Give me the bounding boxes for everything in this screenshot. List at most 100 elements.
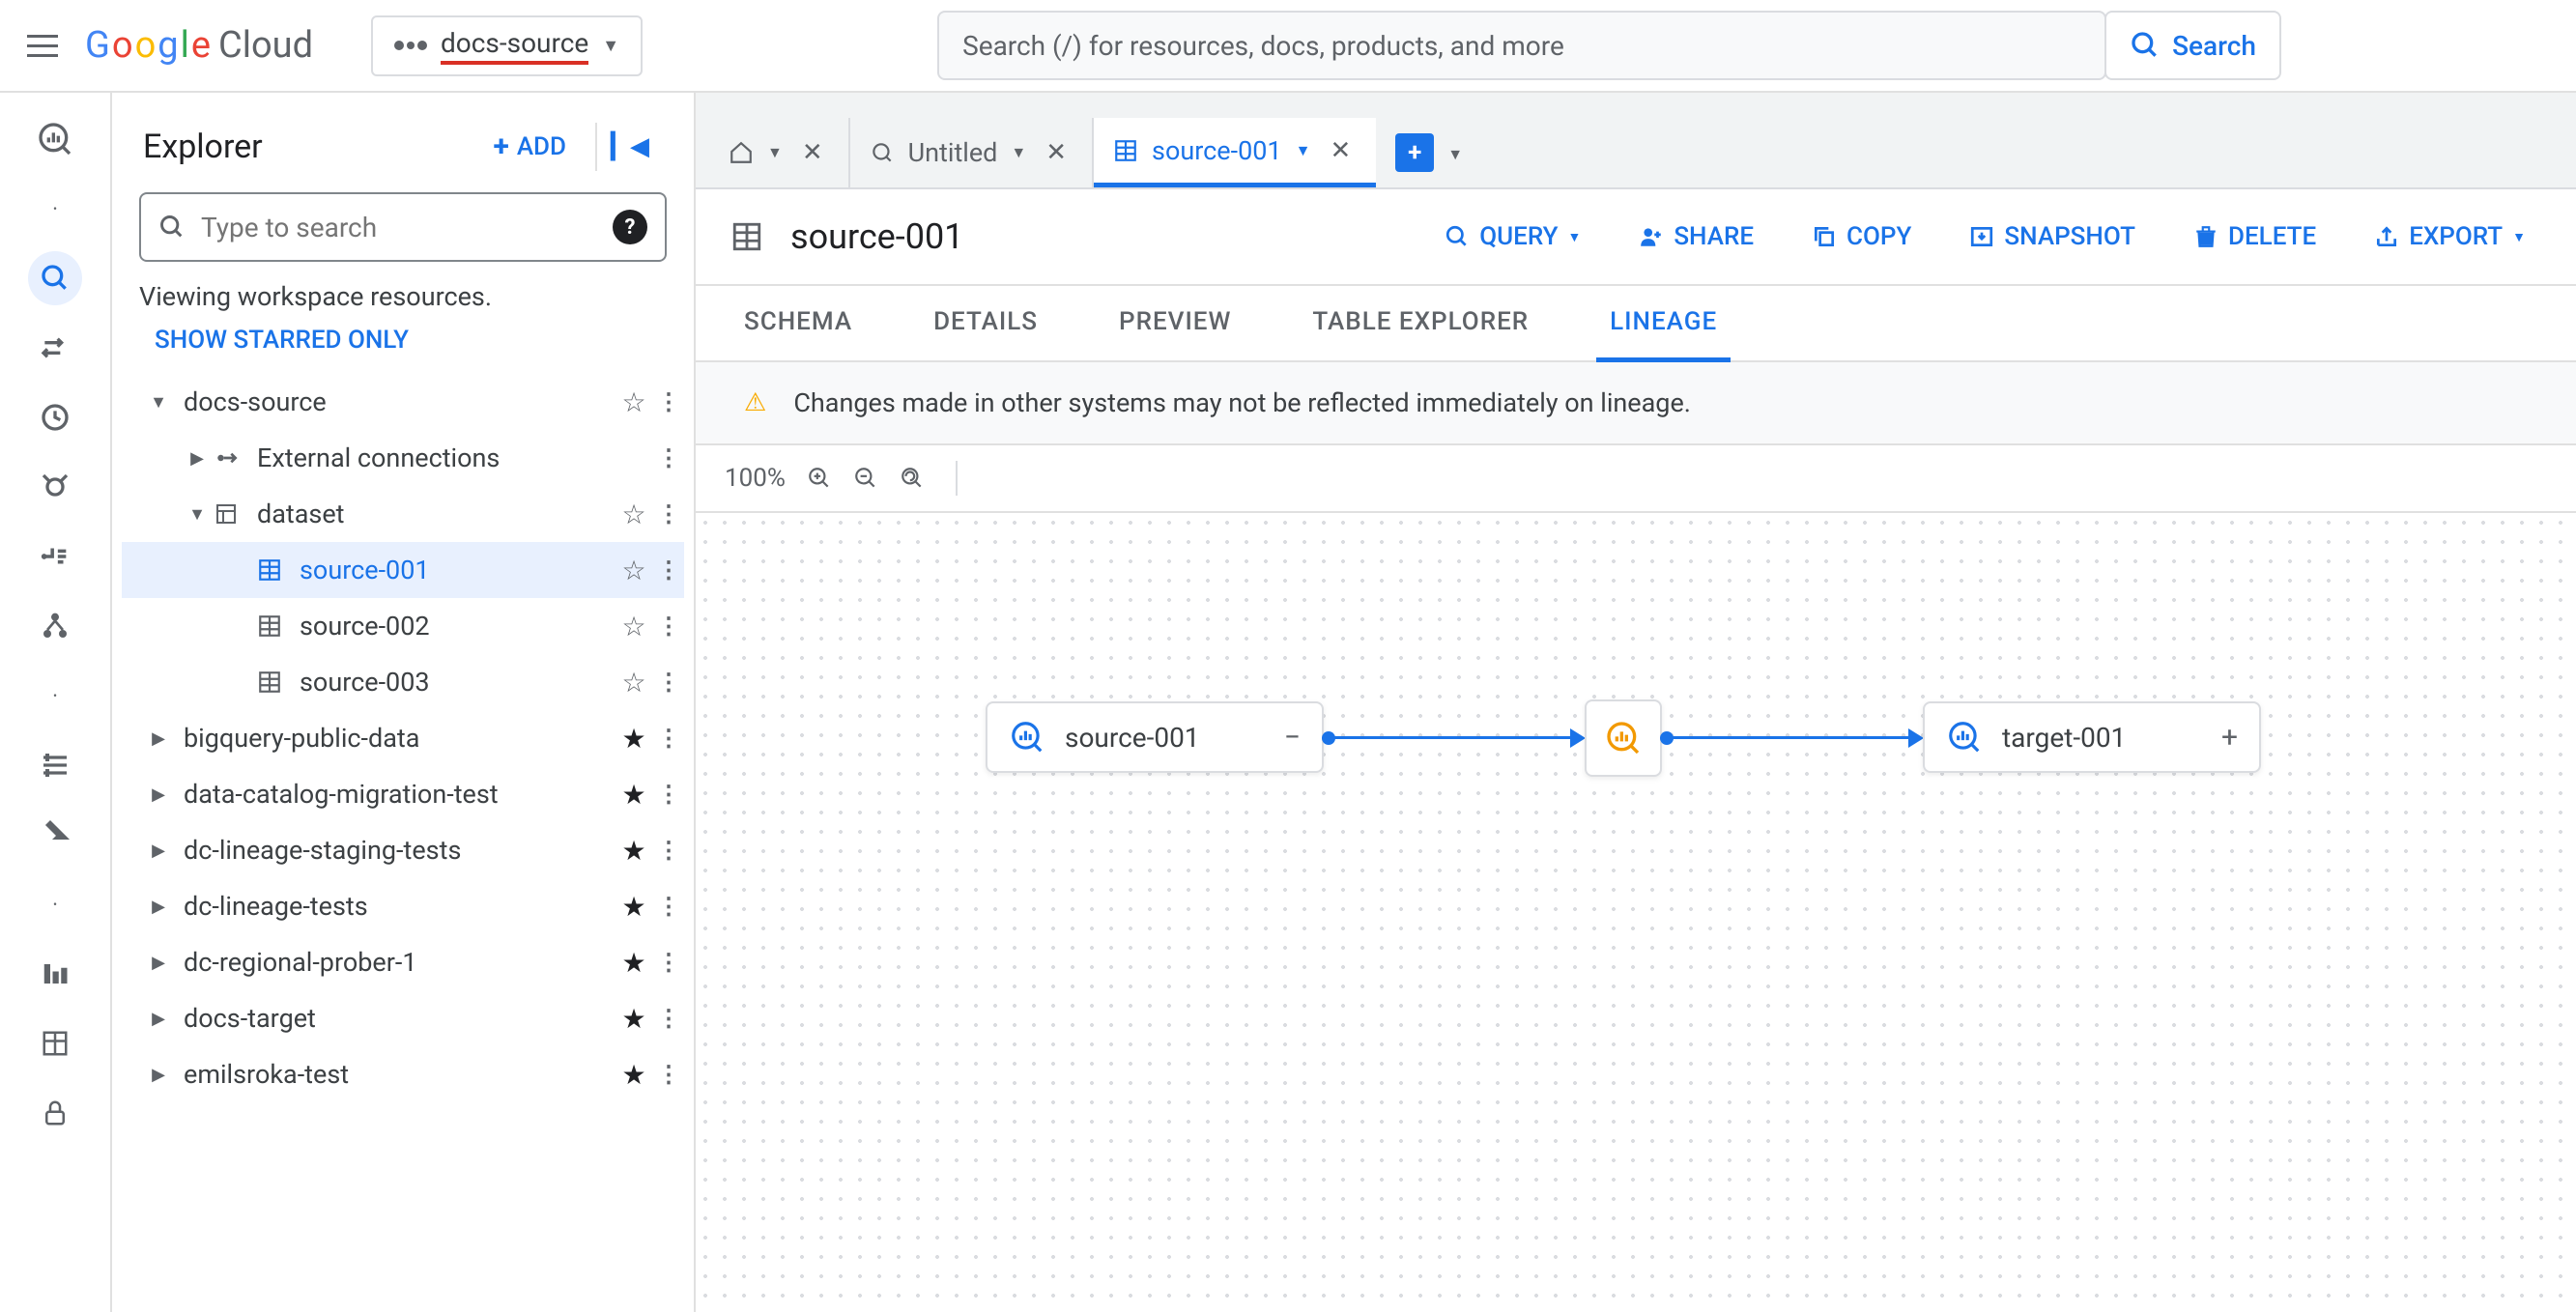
export-button[interactable]: EXPORT▼ [2359,213,2541,261]
more-icon[interactable]: ⋮ [653,949,684,976]
project-name: docs-source [441,27,588,65]
more-icon[interactable]: ⋮ [653,556,684,584]
close-icon[interactable]: ✕ [1040,138,1073,167]
more-icon[interactable]: ⋮ [653,613,684,640]
new-tab-button[interactable]: + [1395,133,1434,172]
tree-project-other[interactable]: ▶docs-target★⋮ [122,990,684,1046]
rail-analytics-hub[interactable] [28,460,82,514]
more-icon[interactable]: ⋮ [653,893,684,920]
expander-icon[interactable]: ▼ [141,392,176,413]
tab-history-chevron[interactable]: ▼ [1447,145,1463,164]
snapshot-icon [1969,224,1994,249]
rail-migration[interactable] [28,321,82,375]
close-icon[interactable]: ✕ [796,138,829,167]
show-starred-link[interactable]: SHOW STARRED ONLY [112,312,694,374]
tree-project-other[interactable]: ▶dc-lineage-staging-tests★⋮ [122,822,684,878]
chevron-down-icon[interactable]: ▼ [1011,143,1026,162]
chevron-down-icon[interactable]: ▼ [1296,141,1311,160]
search-placeholder: Search (/) for resources, docs, products… [962,30,1564,62]
star-icon[interactable]: ☆ [615,499,653,530]
subtab-schema[interactable]: SCHEMA [730,286,866,360]
more-icon[interactable]: ⋮ [653,725,684,752]
delete-button[interactable]: DELETE [2178,213,2332,261]
tree-external[interactable]: ▶ External connections ⋮ [122,430,684,486]
share-button[interactable]: SHARE [1623,213,1769,261]
subtab-lineage[interactable]: LINEAGE [1596,286,1731,362]
rail-capacity[interactable] [28,599,82,653]
more-icon[interactable]: ⋮ [653,669,684,696]
tree-project-other[interactable]: ▶bigquery-public-data★⋮ [122,710,684,766]
project-selector[interactable]: docs-source ▼ [371,15,643,76]
chevron-down-icon: ▼ [1567,229,1581,245]
tab-home[interactable]: ▼ ✕ [709,118,850,187]
hamburger-menu[interactable] [19,22,66,69]
tree-table-source-001[interactable]: source-001 ☆⋮ [122,542,684,598]
copy-button[interactable]: COPY [1796,213,1927,261]
more-icon[interactable]: ⋮ [653,388,684,415]
rail-bigquery-icon[interactable] [28,112,82,166]
lineage-process-node[interactable] [1585,699,1662,777]
snapshot-button[interactable]: SNAPSHOT [1954,213,2151,261]
subtab-table-explorer[interactable]: TABLE EXPLORER [1299,286,1542,360]
lineage-node-source[interactable]: source-001 − [986,701,1324,773]
add-button[interactable]: + ADD [477,120,582,173]
more-icon[interactable]: ⋮ [653,781,684,808]
zoom-in-icon[interactable] [807,466,832,491]
star-icon[interactable]: ★ [615,835,653,867]
search-input[interactable]: Search (/) for resources, docs, products… [937,11,2106,80]
star-icon[interactable]: ☆ [615,386,653,418]
rail-partner[interactable] [28,947,82,1001]
tab-untitled[interactable]: Untitled ▼ ✕ [850,118,1094,187]
star-icon[interactable]: ★ [615,947,653,979]
rail-bi-engine[interactable] [28,738,82,792]
star-icon[interactable]: ☆ [615,667,653,699]
collapse-panel-button[interactable]: ▎◀ [595,123,663,171]
lineage-graph[interactable]: source-001 − target-001 + [696,513,2576,1312]
rail-lock-icon[interactable] [28,1086,82,1140]
expand-icon[interactable]: + [2202,721,2238,755]
explorer-search-input[interactable] [201,212,597,243]
tree-table-source-002[interactable]: source-002 ☆⋮ [122,598,684,654]
explorer-search[interactable]: ? [139,192,667,262]
star-icon[interactable]: ★ [615,779,653,811]
rail-settings[interactable] [28,808,82,862]
rail-scheduled[interactable] [28,390,82,444]
chevron-down-icon[interactable]: ▼ [767,143,783,162]
left-nav-rail: • • • [0,93,112,1312]
tree-dataset[interactable]: ▼ dataset ☆⋮ [122,486,684,542]
star-icon[interactable]: ★ [615,891,653,923]
tab-source-001[interactable]: source-001 ▼ ✕ [1094,118,1376,187]
collapse-icon[interactable]: − [1265,721,1301,755]
rail-sql-workspace[interactable] [28,251,82,305]
tree-table-source-003[interactable]: source-003 ☆⋮ [122,654,684,710]
subtab-preview[interactable]: PREVIEW [1105,286,1245,360]
more-icon[interactable]: ⋮ [653,444,684,471]
zoom-reset-icon[interactable] [900,466,925,491]
zoom-out-icon[interactable] [853,466,878,491]
more-icon[interactable]: ⋮ [653,1005,684,1032]
tree-project-other[interactable]: ▶dc-regional-prober-1★⋮ [122,934,684,990]
subtab-details[interactable]: DETAILS [920,286,1051,360]
rail-table-icon[interactable] [28,1016,82,1070]
close-icon[interactable]: ✕ [1324,136,1357,165]
tree-project[interactable]: ▼ docs-source ☆⋮ [122,374,684,430]
tree-project-other[interactable]: ▶data-catalog-migration-test★⋮ [122,766,684,822]
star-icon[interactable]: ★ [615,723,653,755]
google-cloud-logo[interactable]: Google Cloud [85,24,313,67]
more-icon[interactable]: ⋮ [653,1061,684,1088]
tree-project-other[interactable]: ▶emilsroka-test★⋮ [122,1046,684,1102]
query-button[interactable]: QUERY▼ [1429,213,1596,261]
star-icon[interactable]: ☆ [615,555,653,586]
star-icon[interactable]: ★ [615,1003,653,1035]
star-icon[interactable]: ★ [615,1059,653,1091]
star-icon[interactable]: ☆ [615,611,653,642]
more-icon[interactable]: ⋮ [653,500,684,528]
rail-dataform[interactable] [28,529,82,584]
tree-project-other[interactable]: ▶dc-lineage-tests★⋮ [122,878,684,934]
help-icon[interactable]: ? [613,210,647,244]
more-icon[interactable]: ⋮ [653,837,684,864]
expander-icon[interactable]: ▼ [180,504,215,525]
search-button[interactable]: Search [2104,11,2281,80]
lineage-node-target[interactable]: target-001 + [1923,701,2261,773]
expander-icon[interactable]: ▶ [180,448,215,469]
